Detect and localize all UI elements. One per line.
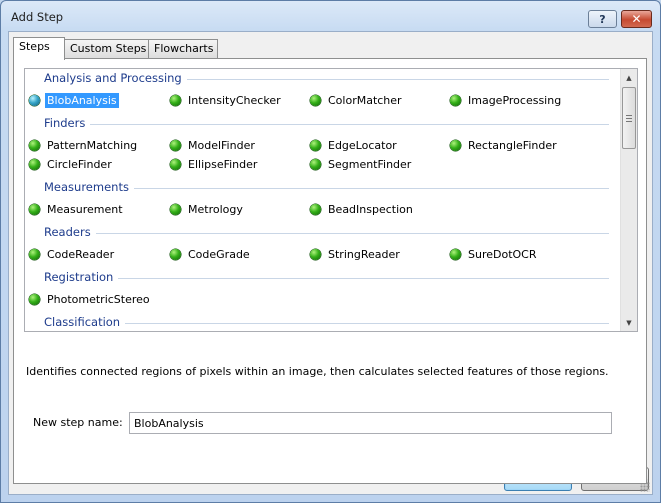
step-item[interactable]: PhotometricStereo — [29, 291, 152, 308]
tab-flowcharts[interactable]: Flowcharts — [148, 39, 218, 59]
step-name-label: New step name: — [33, 416, 123, 429]
step-item[interactable]: CircleFinder — [29, 156, 114, 173]
step-label: ColorMatcher — [328, 94, 402, 107]
steps-tab-panel: Analysis and Processing BlobAnalysis Inten… — [13, 58, 647, 484]
group-header: Analysis and Processing — [25, 71, 621, 87]
scroll-down-icon[interactable]: ▼ — [621, 314, 637, 331]
scroll-up-icon[interactable]: ▲ — [621, 69, 637, 86]
step-icon — [29, 204, 40, 215]
step-item[interactable]: ModelFinder — [170, 137, 257, 154]
window-title: Add Step — [11, 10, 64, 24]
step-icon — [29, 159, 40, 170]
step-icon — [29, 95, 40, 106]
step-icon — [450, 140, 461, 151]
step-label: EllipseFinder — [188, 158, 258, 171]
step-description: Identifies connected regions of pixels w… — [26, 365, 609, 378]
group-label: Classification — [44, 315, 126, 329]
step-icon — [310, 159, 321, 170]
tab-steps[interactable]: Steps — [13, 37, 65, 60]
step-item[interactable]: Measurement — [29, 201, 125, 218]
step-icon — [450, 95, 461, 106]
step-item[interactable]: StringReader — [310, 246, 402, 263]
step-item[interactable]: BlobAnalysis — [29, 92, 119, 109]
step-label: StringReader — [328, 248, 400, 261]
step-label: BeadInspection — [328, 203, 413, 216]
step-name-input[interactable] — [129, 412, 612, 434]
group-header: Measurements — [25, 180, 621, 196]
group-header: Finders — [25, 116, 621, 132]
scrollbar-thumb[interactable] — [622, 87, 636, 149]
step-label: IntensityChecker — [188, 94, 281, 107]
title-bar[interactable]: Add Step ? ✕ — [1, 1, 660, 31]
step-label: PhotometricStereo — [47, 293, 150, 306]
step-label: ModelFinder — [188, 139, 255, 152]
step-label: RectangleFinder — [468, 139, 557, 152]
group-label: Registration — [44, 270, 119, 284]
add-step-dialog: Add Step ? ✕ Steps Custom Steps Flowchar… — [0, 0, 661, 503]
step-label: CodeReader — [47, 248, 115, 261]
step-item[interactable]: CodeReader — [29, 246, 116, 263]
step-label: BlobAnalysis — [45, 93, 119, 108]
step-label: EdgeLocator — [328, 139, 397, 152]
step-icon — [310, 95, 321, 106]
group-divider — [45, 124, 609, 125]
group-label: Measurements — [44, 180, 134, 194]
step-icon — [29, 140, 40, 151]
step-item[interactable]: EdgeLocator — [310, 137, 399, 154]
step-item[interactable]: BeadInspection — [310, 201, 415, 218]
step-list-content: Analysis and Processing BlobAnalysis Inten… — [25, 69, 621, 331]
group-header: Readers — [25, 225, 621, 241]
group-divider — [45, 233, 609, 234]
close-button[interactable]: ✕ — [621, 10, 652, 28]
dialog-client-area: Steps Custom Steps Flowcharts Analysis a… — [8, 31, 653, 495]
step-icon — [170, 140, 181, 151]
step-label: Metrology — [188, 203, 243, 216]
step-item[interactable]: Metrology — [170, 201, 245, 218]
step-label: CodeGrade — [188, 248, 250, 261]
step-item[interactable]: ColorMatcher — [310, 92, 404, 109]
step-icon — [170, 159, 181, 170]
step-item[interactable]: IntensityChecker — [170, 92, 283, 109]
step-icon — [29, 249, 40, 260]
group-label: Analysis and Processing — [44, 71, 187, 85]
step-label: SureDotOCR — [468, 248, 537, 261]
group-divider — [45, 278, 609, 279]
step-item[interactable]: PatternMatching — [29, 137, 139, 154]
group-label: Readers — [44, 225, 96, 239]
step-label: CircleFinder — [47, 158, 112, 171]
step-icon — [310, 140, 321, 151]
step-label: ImageProcessing — [468, 94, 562, 107]
step-label: Measurement — [47, 203, 123, 216]
grip-icon — [626, 114, 632, 122]
step-list[interactable]: Analysis and Processing BlobAnalysis Inten… — [24, 68, 638, 332]
vertical-scrollbar[interactable]: ▲ ▼ — [620, 69, 637, 331]
step-item[interactable]: ImageProcessing — [450, 92, 563, 109]
step-icon — [450, 249, 461, 260]
step-icon — [310, 249, 321, 260]
step-item[interactable]: SegmentFinder — [310, 156, 413, 173]
step-icon — [170, 249, 181, 260]
step-label: PatternMatching — [47, 139, 138, 152]
group-label: Finders — [44, 116, 91, 130]
group-header: Classification — [25, 315, 621, 331]
step-item[interactable]: EllipseFinder — [170, 156, 259, 173]
step-item[interactable]: RectangleFinder — [450, 137, 559, 154]
step-item[interactable]: CodeGrade — [170, 246, 252, 263]
step-icon — [170, 204, 181, 215]
step-item[interactable]: SureDotOCR — [450, 246, 539, 263]
step-icon — [310, 204, 321, 215]
step-label: SegmentFinder — [328, 158, 412, 171]
group-divider — [45, 323, 609, 324]
step-icon — [170, 95, 181, 106]
help-button[interactable]: ? — [588, 10, 617, 28]
step-icon — [29, 294, 40, 305]
tab-custom-steps[interactable]: Custom Steps — [64, 39, 149, 59]
group-header: Registration — [25, 270, 621, 286]
